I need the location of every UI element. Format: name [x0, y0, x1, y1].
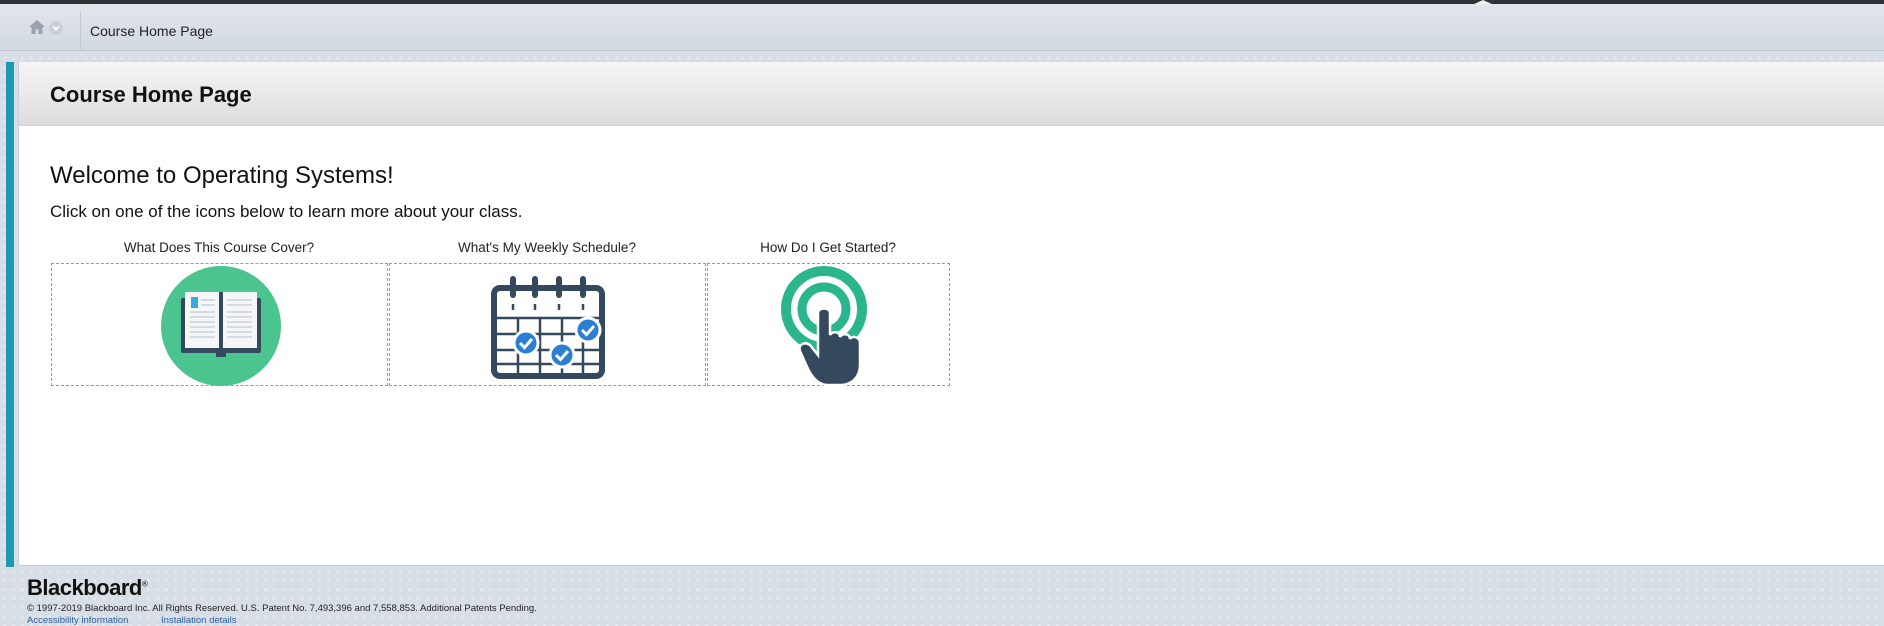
calendar-check-icon — [491, 276, 605, 379]
open-book-icon — [161, 266, 281, 386]
copyright-text: © 1997-2019 Blackboard Inc. All Rights R… — [27, 603, 537, 614]
chevron-down-icon[interactable] — [49, 21, 63, 35]
installation-details-link[interactable]: Installation details — [161, 615, 237, 626]
accessibility-link[interactable]: Accessibility information — [27, 615, 128, 626]
breadcrumb-nav — [20, 11, 81, 51]
touch-hand-icon — [781, 266, 867, 387]
breadcrumb-current: Course Home Page — [90, 23, 213, 39]
tile-label-weekly-schedule[interactable]: What's My Weekly Schedule? — [389, 240, 705, 255]
course-menu-toggle-bar[interactable] — [6, 62, 14, 567]
page-title: Course Home Page — [50, 82, 252, 107]
tile-course-cover[interactable] — [51, 263, 388, 386]
breadcrumb: Course Home Page — [0, 4, 1884, 51]
content-panel: Course Home Page Welcome to Operating Sy… — [18, 62, 1884, 566]
tile-weekly-schedule[interactable] — [389, 263, 706, 386]
content-header: Course Home Page — [19, 62, 1884, 126]
tile-label-course-cover[interactable]: What Does This Course Cover? — [51, 240, 387, 255]
footer-links: Accessibility information Installation d… — [27, 615, 267, 626]
blackboard-logo: Blackboard® — [27, 575, 148, 600]
tile-label-get-started[interactable]: How Do I Get Started? — [707, 240, 949, 255]
info-tiles: What Does This Course Cover? What's My W… — [51, 240, 951, 390]
home-icon[interactable] — [28, 18, 46, 36]
welcome-heading: Welcome to Operating Systems! — [50, 162, 394, 189]
tile-get-started[interactable] — [707, 263, 950, 387]
instructions-text: Click on one of the icons below to learn… — [50, 202, 523, 221]
